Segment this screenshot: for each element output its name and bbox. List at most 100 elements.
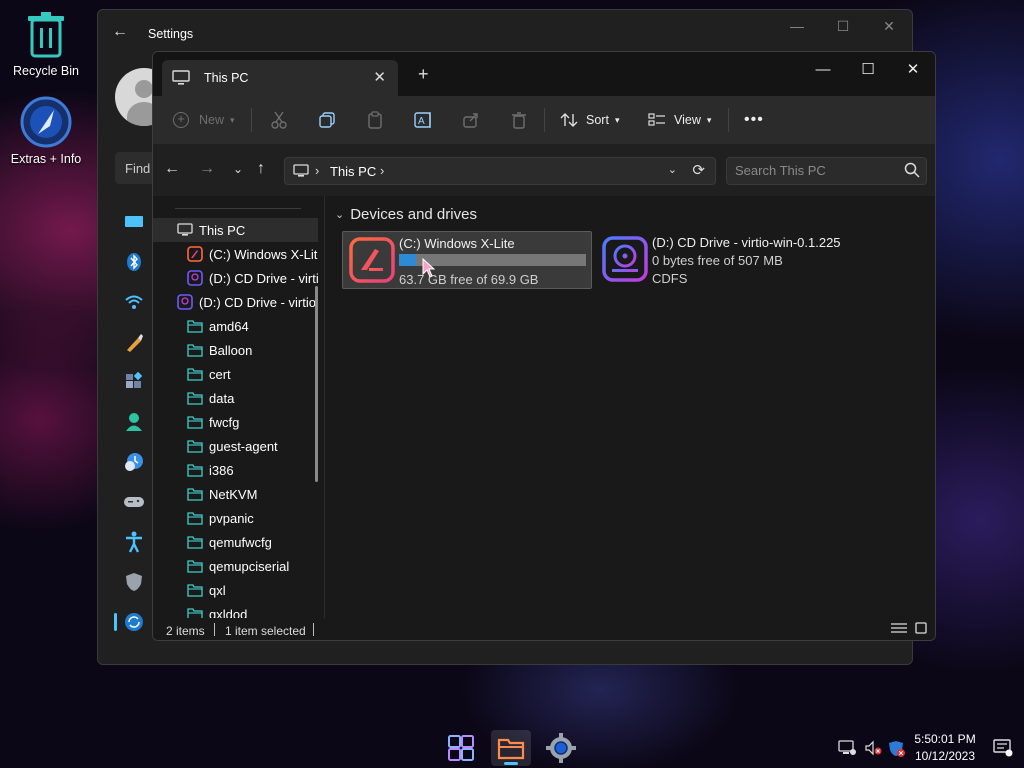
gaming-icon[interactable]	[122, 490, 146, 514]
share-button[interactable]	[462, 96, 480, 144]
tree-item[interactable]: pvpanic	[153, 506, 318, 530]
system-icon[interactable]	[122, 210, 146, 234]
breadcrumb-chevron-icon[interactable]: ›	[380, 163, 384, 178]
taskbar: 5:50:01 PM 10/12/2023	[0, 728, 1024, 768]
maximize-button[interactable]: ☐	[845, 56, 891, 84]
clock-time: 5:50:01 PM	[914, 732, 976, 746]
tree-item[interactable]: NetKVM	[153, 482, 318, 506]
bluetooth-icon[interactable]	[122, 250, 146, 274]
address-dropdown-icon[interactable]: ⌄	[668, 163, 677, 176]
address-row: ← → ⌄ ↑ › This PC › ⌄ ⟳	[153, 144, 935, 196]
tree-item[interactable]: guest-agent	[153, 434, 318, 458]
tree-item[interactable]: qxldod	[153, 602, 318, 618]
view-button[interactable]: View ▾	[648, 96, 711, 144]
search-box[interactable]	[726, 157, 927, 185]
tree-item[interactable]: qemufwcfg	[153, 530, 318, 554]
close-button[interactable]: ✕	[890, 56, 935, 84]
system-clock[interactable]: 5:50:01 PM 10/12/2023	[905, 731, 985, 765]
folder-icon	[187, 367, 203, 381]
drive-c-icon	[187, 246, 203, 262]
tiles-view-icon[interactable]	[915, 622, 927, 637]
cut-button[interactable]	[270, 96, 288, 144]
view-icon	[648, 113, 665, 126]
close-tab-icon[interactable]: ✕	[373, 68, 386, 86]
more-options-button[interactable]: •••	[744, 96, 764, 144]
tree-item[interactable]: qemupciserial	[153, 554, 318, 578]
tree-item[interactable]: (D:) CD Drive - virtio-win-0.1.225	[153, 290, 318, 314]
rename-button[interactable]: A	[414, 96, 434, 144]
group-header[interactable]: ⌄ Devices and drives	[335, 206, 477, 223]
extras-info-icon	[20, 96, 72, 148]
navigation-pane[interactable]: This PC (C:) Windows X-Lite (D:) CD Drive …	[153, 196, 325, 618]
desktop-icon-recycle-bin[interactable]: Recycle Bin	[0, 12, 92, 78]
forward-arrow-icon[interactable]: →	[199, 160, 215, 178]
copy-button[interactable]	[318, 96, 336, 144]
tree-item[interactable]: fwcfg	[153, 410, 318, 434]
back-arrow-icon[interactable]: ←	[164, 160, 180, 178]
desktop-icon-extras-info[interactable]: Extras + Info	[0, 96, 92, 166]
refresh-icon[interactable]: ⟳	[692, 161, 705, 179]
close-button[interactable]: ✕	[866, 18, 912, 35]
folder-icon	[187, 583, 203, 597]
personalization-icon[interactable]	[122, 330, 146, 354]
tree-item[interactable]: Balloon	[153, 338, 318, 362]
settings-taskbar-button[interactable]	[541, 730, 581, 766]
tree-item[interactable]: (C:) Windows X-Lite	[153, 242, 318, 266]
tree-item[interactable]: This PC	[153, 218, 318, 242]
tab-this-pc[interactable]: This PC ✕	[162, 60, 398, 96]
tree-item-label: data	[209, 390, 235, 406]
tree-item[interactable]: (D:) CD Drive - virtio-win-0.1.225	[153, 266, 318, 290]
drive-d-icon	[177, 294, 193, 310]
content-pane[interactable]: ⌄ Devices and drives (C:) Windows X-Lite…	[327, 196, 935, 618]
apps-icon[interactable]	[122, 370, 146, 394]
folder-icon	[187, 511, 203, 525]
address-bar[interactable]: › This PC › ⌄ ⟳	[284, 157, 716, 185]
time-language-icon[interactable]	[122, 450, 146, 474]
sort-button[interactable]: Sort ▾	[560, 96, 619, 144]
new-button[interactable]: + New ▾	[173, 96, 235, 144]
search-icon[interactable]	[904, 162, 920, 181]
clipboard-icon	[368, 111, 382, 129]
chevron-down-icon: ▾	[706, 114, 712, 125]
delete-button[interactable]	[510, 96, 528, 144]
minimize-button[interactable]: —	[774, 18, 820, 34]
file-explorer-taskbar-button[interactable]	[491, 730, 531, 766]
network-icon[interactable]	[122, 290, 146, 314]
up-arrow-icon[interactable]: ↑	[257, 160, 265, 178]
search-input[interactable]	[735, 163, 895, 178]
accounts-icon[interactable]	[122, 410, 146, 434]
drive-filesystem: CDFS	[652, 271, 688, 286]
minimize-button[interactable]: —	[800, 56, 846, 84]
clock-date: 10/12/2023	[914, 749, 976, 763]
scrollbar[interactable]	[315, 286, 318, 482]
tree-item[interactable]: data	[153, 386, 318, 410]
settings-search-placeholder: Find	[125, 161, 151, 176]
recent-locations-chevron-icon[interactable]: ⌄	[233, 162, 243, 176]
notifications-icon[interactable]	[993, 739, 1013, 760]
folder-icon	[187, 559, 203, 573]
tree-item-label: amd64	[209, 318, 249, 334]
tree-item[interactable]: cert	[153, 362, 318, 386]
privacy-icon[interactable]	[122, 570, 146, 594]
accessibility-icon[interactable]	[122, 530, 146, 554]
new-tab-icon[interactable]: +	[418, 64, 429, 85]
paste-button[interactable]	[366, 96, 384, 144]
tree-item[interactable]: amd64	[153, 314, 318, 338]
breadcrumb-chevron-icon[interactable]: ›	[315, 163, 319, 178]
security-shield-icon[interactable]	[888, 740, 906, 761]
windows-update-icon[interactable]	[114, 610, 146, 634]
network-status-icon[interactable]	[838, 740, 856, 759]
back-arrow-icon[interactable]: ←	[112, 23, 128, 41]
maximize-button[interactable]: ☐	[820, 18, 866, 35]
start-button[interactable]	[441, 730, 481, 766]
svg-text:A: A	[418, 116, 425, 127]
breadcrumb[interactable]: This PC	[330, 164, 376, 179]
details-view-icon[interactable]	[891, 622, 907, 637]
tree-item[interactable]: qxl	[153, 578, 318, 602]
drive-c-tile[interactable]: (C:) Windows X-Lite 63.7 GB free of 69.9…	[342, 231, 592, 289]
volume-muted-icon[interactable]	[864, 740, 882, 759]
drive-d-tile[interactable]: (D:) CD Drive - virtio-win-0.1.225 0 byt…	[596, 231, 846, 289]
file-explorer-window[interactable]: This PC ✕ + — ☐ ✕ + New ▾ A Sort ▾ View …	[152, 51, 936, 641]
folder-icon	[187, 463, 203, 477]
tree-item[interactable]: i386	[153, 458, 318, 482]
